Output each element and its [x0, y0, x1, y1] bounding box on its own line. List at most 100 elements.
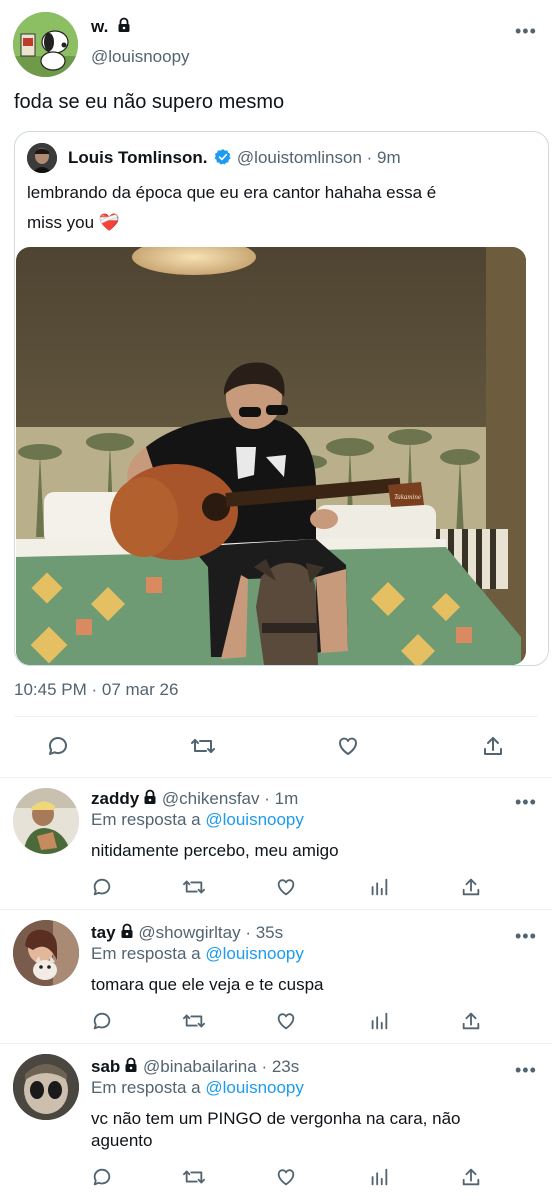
lock-icon	[125, 1057, 137, 1072]
reply-author-name[interactable]: tay	[91, 923, 116, 942]
reply-time: · 1m	[264, 789, 299, 808]
more-options-icon[interactable]: •••	[515, 1061, 537, 1079]
quoted-text-line-2-words: miss you	[27, 213, 95, 232]
reply-text: tomara que ele veja e te cuspa	[91, 975, 324, 994]
reply-header: zaddy @chikensfav · 1m	[91, 789, 298, 809]
reply-button[interactable]	[89, 1164, 115, 1190]
reply-header: tay @showgirltay · 35s	[91, 923, 283, 943]
quoted-avatar-image	[27, 143, 57, 173]
author-name-row[interactable]: w.	[91, 17, 131, 37]
reply-author-handle[interactable]: @chikensfav	[162, 789, 260, 808]
lock-icon	[118, 17, 130, 32]
author-name: w.	[91, 17, 109, 36]
tweet-timestamp[interactable]: 10:45 PM · 07 mar 26	[14, 680, 178, 700]
reply-icon	[93, 1012, 111, 1030]
retweet-icon	[191, 739, 215, 753]
quoted-header: Louis Tomlinson. @louistomlinson · 9m	[68, 148, 401, 168]
divider	[14, 716, 538, 717]
lock-icon	[144, 789, 156, 804]
analytics-button[interactable]	[366, 1164, 392, 1190]
photo-image: Takamine	[16, 247, 526, 665]
reply-author-name[interactable]: sab	[91, 1057, 120, 1076]
reply-header: sab @binabailarina · 23s	[91, 1057, 299, 1077]
like-button[interactable]	[335, 733, 361, 759]
quoted-author-handle: @louistomlinson	[236, 148, 362, 167]
replying-to-handle[interactable]: @louisnoopy	[205, 1078, 304, 1097]
replying-to-prefix: Em resposta a	[91, 1078, 201, 1097]
share-icon	[484, 737, 502, 755]
reply-text: vc não tem um PINGO de vergonha na cara,…	[91, 1109, 461, 1150]
analytics-button[interactable]	[366, 1008, 392, 1034]
retweet-button[interactable]	[181, 1008, 207, 1034]
like-button[interactable]	[273, 1008, 299, 1034]
share-icon	[462, 1012, 480, 1030]
retweet-icon	[183, 1014, 205, 1028]
reply-button[interactable]	[45, 733, 71, 759]
like-icon	[277, 879, 295, 896]
author-avatar[interactable]	[13, 12, 78, 77]
mending-heart-emoji: ❤️‍🩹	[98, 213, 120, 232]
like-icon	[277, 1169, 295, 1186]
more-options-icon[interactable]: •••	[515, 793, 537, 811]
more-options-icon[interactable]: •••	[515, 927, 537, 945]
reply-avatar[interactable]	[13, 1054, 79, 1120]
replying-to-prefix: Em resposta a	[91, 944, 201, 963]
replying-to-handle[interactable]: @louisnoopy	[205, 810, 304, 829]
reply-time: · 35s	[245, 923, 284, 942]
like-button[interactable]	[273, 874, 299, 900]
replying-to-prefix: Em resposta a	[91, 810, 201, 829]
more-options-icon[interactable]: •••	[515, 22, 537, 40]
reply-icon	[48, 737, 67, 755]
analytics-icon	[371, 1168, 388, 1186]
quoted-text: lembrando da época que eu era cantor hah…	[27, 178, 436, 238]
quoted-time: · 9m	[366, 148, 401, 167]
replying-to: Em resposta a @louisnoopy	[91, 944, 304, 964]
divider	[0, 777, 552, 778]
retweet-button[interactable]	[181, 1164, 207, 1190]
analytics-icon	[371, 878, 388, 896]
reply-avatar[interactable]	[13, 788, 79, 854]
divider	[0, 1043, 552, 1044]
verified-badge-icon	[214, 149, 231, 165]
reply-avatar-image	[13, 920, 79, 986]
guitar-brand-label: Takamine	[394, 493, 421, 501]
quoted-author-avatar	[27, 143, 57, 173]
reply-avatar[interactable]	[13, 920, 79, 986]
quoted-author-name: Louis Tomlinson.	[68, 148, 208, 167]
quoted-text-line-2: miss you ❤️‍🩹	[27, 208, 436, 238]
share-button[interactable]	[480, 733, 506, 759]
retweet-icon	[183, 880, 205, 894]
share-button[interactable]	[458, 874, 484, 900]
share-icon	[462, 1168, 480, 1186]
analytics-icon	[371, 1012, 388, 1030]
snoopy-avatar-image	[13, 12, 78, 77]
reply-icon	[93, 1168, 111, 1186]
reply-author-name[interactable]: zaddy	[91, 789, 139, 808]
lock-icon	[121, 923, 133, 938]
quoted-media-photo[interactable]: Takamine	[16, 247, 526, 665]
share-button[interactable]	[458, 1008, 484, 1034]
reply-icon	[93, 878, 111, 896]
like-button[interactable]	[273, 1164, 299, 1190]
analytics-button[interactable]	[366, 874, 392, 900]
author-handle[interactable]: @louisnoopy	[91, 47, 190, 67]
quoted-text-line-1: lembrando da época que eu era cantor hah…	[27, 183, 437, 202]
share-icon	[462, 878, 480, 896]
reply-author-handle[interactable]: @showgirltay	[138, 923, 240, 942]
reply-time: · 23s	[261, 1057, 300, 1076]
replying-to-handle[interactable]: @louisnoopy	[205, 944, 304, 963]
divider	[0, 909, 552, 910]
reply-avatar-image	[13, 1054, 79, 1120]
retweet-button[interactable]	[190, 733, 216, 759]
share-button[interactable]	[458, 1164, 484, 1190]
like-icon	[277, 1013, 295, 1030]
retweet-button[interactable]	[181, 874, 207, 900]
reply-text: nitidamente percebo, meu amigo	[91, 841, 339, 860]
replying-to: Em resposta a @louisnoopy	[91, 810, 304, 830]
retweet-icon	[183, 1170, 205, 1184]
reply-button[interactable]	[89, 874, 115, 900]
reply-avatar-image	[13, 788, 79, 854]
reply-author-handle[interactable]: @binabailarina	[143, 1057, 257, 1076]
replying-to: Em resposta a @louisnoopy	[91, 1078, 304, 1098]
reply-button[interactable]	[89, 1008, 115, 1034]
